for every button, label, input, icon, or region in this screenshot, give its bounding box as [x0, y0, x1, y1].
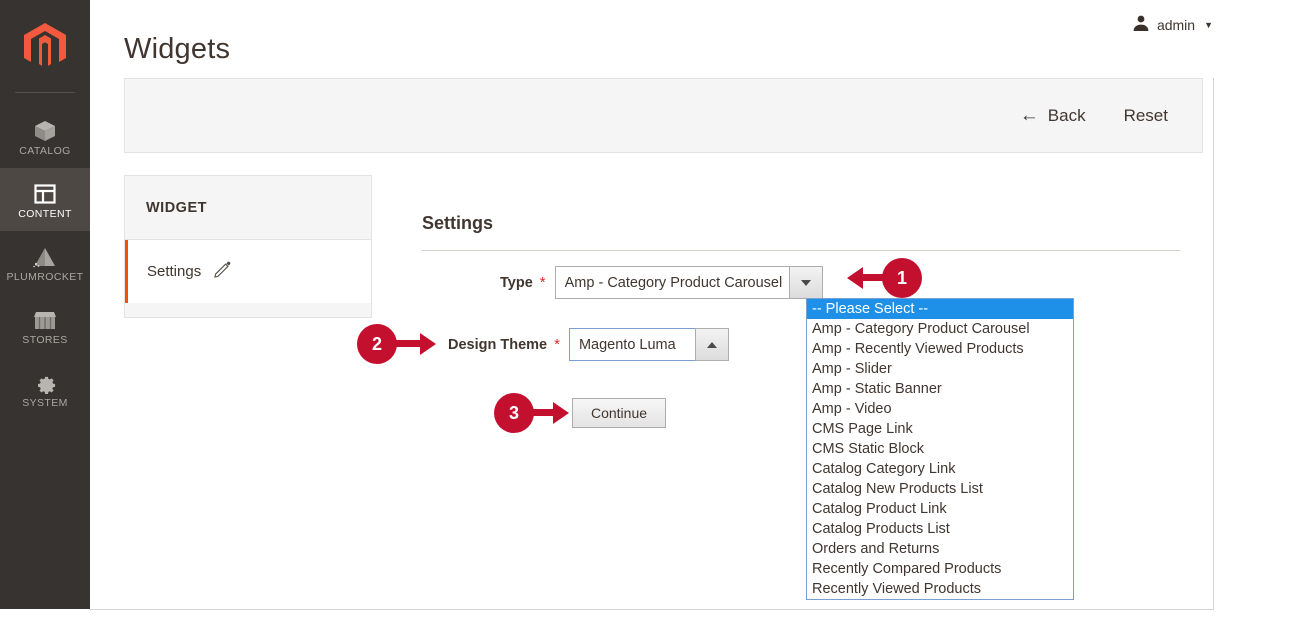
sidebar-item-label: PLUMROCKET [6, 270, 84, 283]
page-header: Widgets admin ▼ [90, 0, 1295, 78]
design-theme-field-row: Design Theme * Magento Luma [448, 328, 729, 361]
sidebar-item-system[interactable]: SYSTEM [0, 357, 90, 420]
type-dropdown-option[interactable]: Catalog Product Link [807, 499, 1073, 519]
sidebar-item-content[interactable]: CONTENT [0, 168, 90, 231]
mountain-icon [32, 243, 58, 269]
type-select[interactable]: Amp - Category Product Carousel [554, 266, 823, 299]
continue-button[interactable]: Continue [572, 398, 666, 428]
magento-logo[interactable] [0, 0, 90, 92]
chevron-down-icon [800, 279, 811, 286]
widget-nav-item-label: Settings [147, 263, 202, 280]
widget-panel: WIDGET Settings [124, 175, 372, 318]
required-marker: * [554, 336, 560, 353]
arrow-left-icon: ← [1019, 105, 1039, 126]
back-button-label: Back [1047, 105, 1086, 125]
gear-icon [33, 369, 58, 395]
storefront-icon [32, 306, 58, 332]
sidebar-item-label: SYSTEM [22, 396, 68, 409]
reset-button[interactable]: Reset [1122, 102, 1170, 130]
page-actions-toolbar: ← Back Reset [124, 78, 1203, 153]
type-field-row: Type * Amp - Category Product Carousel [500, 266, 823, 299]
sidebar-item-plumrocket[interactable]: PLUMROCKET [0, 231, 90, 294]
admin-sidebar: CATALOG CONTENT PLUMROCKET STORES SYSTEM [0, 0, 90, 609]
type-dropdown-option[interactable]: CMS Static Block [807, 439, 1073, 459]
type-dropdown-option[interactable]: Recently Viewed Products [807, 579, 1073, 599]
settings-section: Settings [422, 213, 1180, 251]
box-icon [33, 117, 57, 143]
widget-nav-item-settings[interactable]: Settings [125, 240, 371, 303]
type-dropdown-option[interactable]: Amp - Slider [807, 359, 1073, 379]
settings-section-title: Settings [422, 213, 1180, 251]
type-dropdown-option[interactable]: Amp - Recently Viewed Products [807, 339, 1073, 359]
type-dropdown-option[interactable]: Recently Compared Products [807, 559, 1073, 579]
type-dropdown-option[interactable]: CMS Page Link [807, 419, 1073, 439]
type-dropdown-option[interactable]: Catalog Category Link [807, 459, 1073, 479]
required-marker: * [539, 274, 546, 291]
sidebar-item-label: CONTENT [18, 207, 72, 220]
design-theme-select[interactable]: Magento Luma [568, 328, 729, 361]
back-button[interactable]: ← Back [1018, 102, 1088, 130]
type-dropdown-list[interactable]: -- Please Select -- Amp - Category Produc… [806, 298, 1074, 600]
type-select-arrow-button[interactable] [788, 266, 823, 299]
pencil-icon[interactable] [214, 261, 231, 282]
type-dropdown-option[interactable]: Amp - Video [807, 399, 1073, 419]
layout-icon [33, 180, 57, 206]
reset-button-label: Reset [1123, 105, 1168, 125]
user-icon [1132, 14, 1150, 35]
widget-panel-title: WIDGET [124, 175, 372, 240]
chevron-up-icon [706, 341, 717, 348]
type-dropdown-option[interactable]: Amp - Category Product Carousel [807, 319, 1073, 339]
admin-account-label: admin [1156, 16, 1196, 33]
widget-nav-filler [125, 303, 371, 317]
type-dropdown-option[interactable]: -- Please Select -- [807, 299, 1073, 319]
sidebar-divider [15, 92, 75, 93]
page-title: Widgets [124, 33, 231, 66]
type-dropdown-option[interactable]: Catalog Products List [807, 519, 1073, 539]
type-dropdown-option[interactable]: Catalog New Products List [807, 479, 1073, 499]
type-dropdown-option[interactable]: Orders and Returns [807, 539, 1073, 559]
design-theme-field-label: Design Theme [448, 336, 548, 353]
sidebar-item-stores[interactable]: STORES [0, 294, 90, 357]
sidebar-item-label: CATALOG [19, 144, 71, 157]
design-theme-select-arrow-button[interactable] [694, 328, 729, 361]
widget-nav: Settings [124, 240, 372, 318]
sidebar-item-label: STORES [22, 333, 68, 346]
admin-account-menu[interactable]: admin ▼ [1132, 14, 1213, 35]
type-field-label: Type [500, 274, 533, 291]
type-dropdown-option[interactable]: Amp - Static Banner [807, 379, 1073, 399]
chevron-down-icon: ▼ [1204, 19, 1213, 30]
sidebar-item-catalog[interactable]: CATALOG [0, 105, 90, 168]
type-select-value[interactable]: Amp - Category Product Carousel [554, 266, 789, 299]
design-theme-select-value[interactable]: Magento Luma [568, 328, 695, 361]
magento-logo-icon [23, 22, 67, 70]
